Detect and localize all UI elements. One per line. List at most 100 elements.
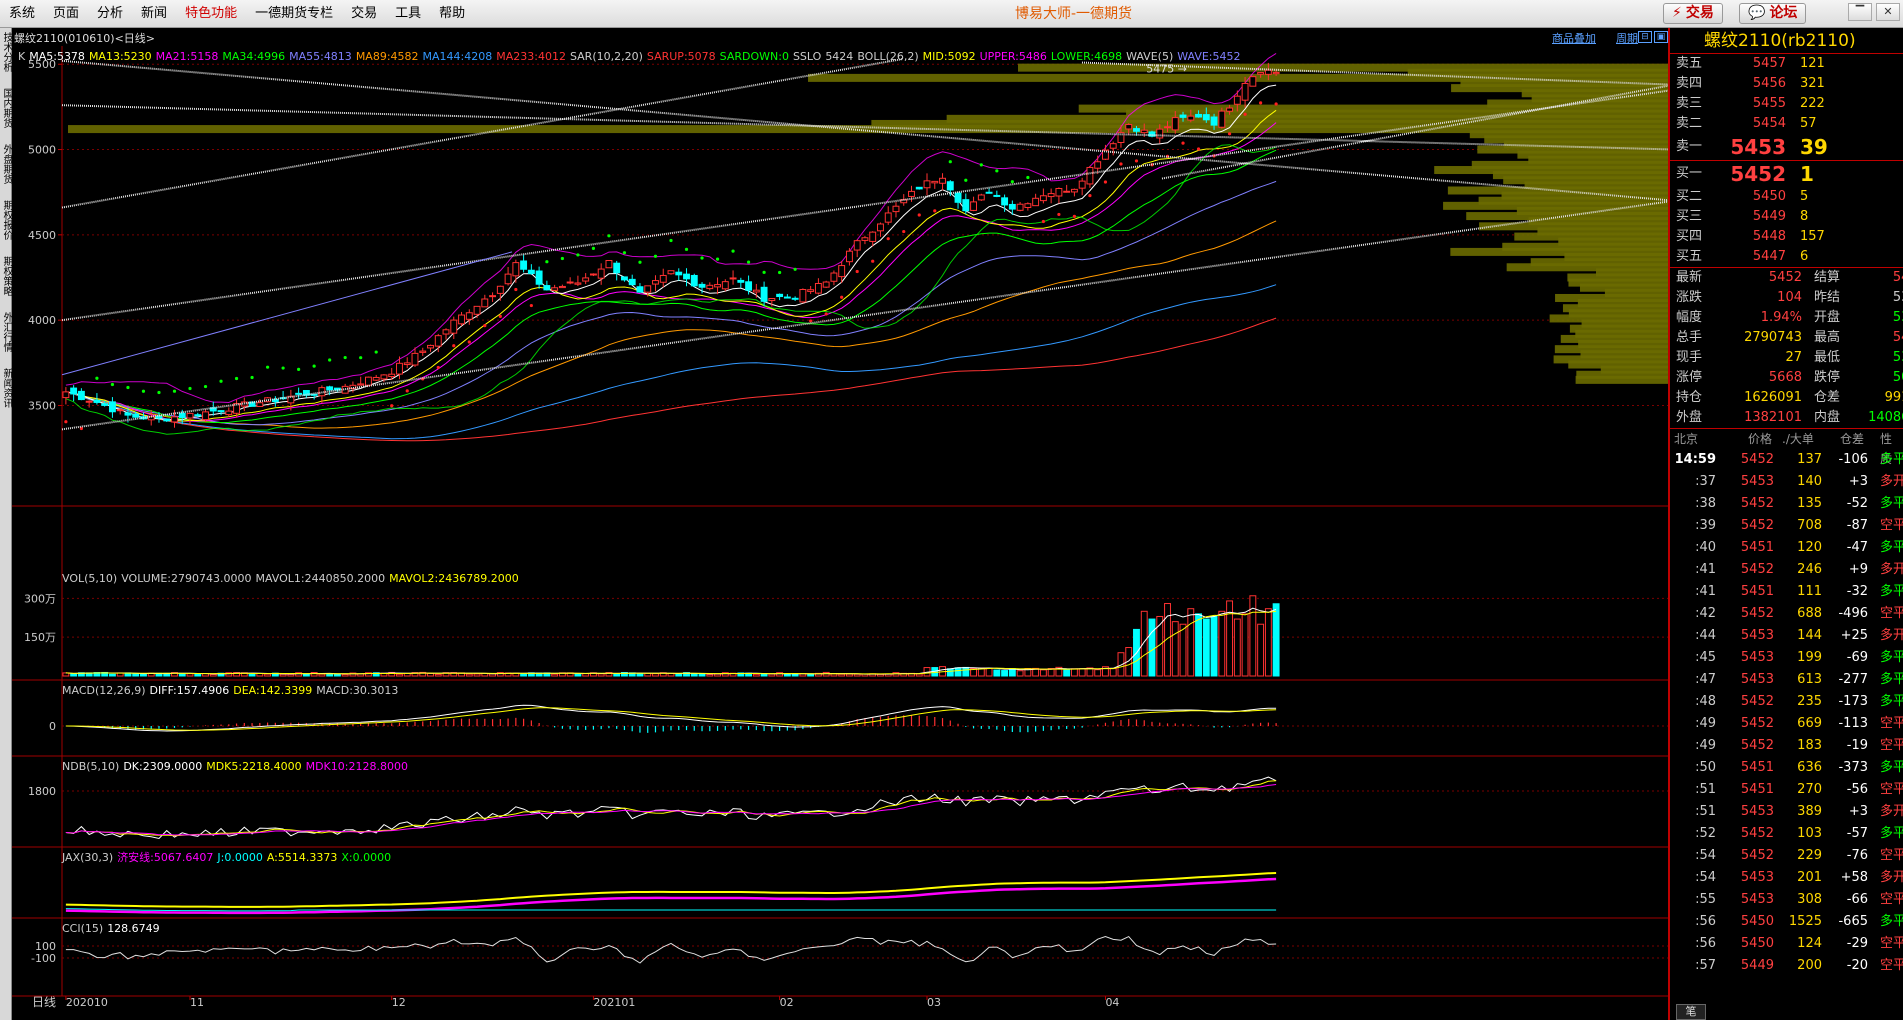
menu-item[interactable]: 分析: [88, 0, 132, 28]
orderbook-row[interactable]: 卖一 5453 39: [1670, 134, 1903, 160]
stat-label: 最高: [1814, 330, 1841, 345]
candle-up: [861, 237, 869, 241]
candle-up: [574, 282, 582, 285]
tick-nature: 多平: [1880, 672, 1903, 687]
sar-dot: [653, 254, 658, 258]
volume-bar: [1272, 603, 1280, 677]
ma-line-ma5: [65, 84, 1277, 421]
candle-up: [481, 298, 489, 308]
split-icon[interactable]: ⊟: [1638, 31, 1652, 43]
candle-up: [1140, 129, 1148, 134]
stat-label: 内盘: [1814, 410, 1841, 425]
candle-up: [892, 205, 900, 213]
tick-oi-change: +3: [1848, 804, 1868, 819]
tick-nature: 多开: [1880, 474, 1903, 489]
tick-oi-change: -32: [1846, 584, 1868, 599]
candle-up: [838, 265, 846, 278]
side-tab[interactable]: 技术分析: [0, 32, 12, 72]
ndb-mdk5-line: [65, 780, 1277, 837]
tick-time: :56: [1695, 936, 1716, 951]
sar-dot: [684, 247, 689, 251]
volume-bar: [838, 673, 846, 677]
level-label: 卖四: [1676, 76, 1703, 91]
sar-dot: [359, 356, 363, 360]
candle-up: [442, 329, 450, 335]
candle-down: [946, 181, 954, 191]
volume-bar: [1094, 669, 1102, 677]
volume-bar: [768, 673, 776, 677]
stat-label: 仓差: [1814, 390, 1841, 405]
orderbook-row[interactable]: 卖五 5457 121: [1670, 54, 1903, 74]
candle-up: [845, 250, 853, 263]
side-tab[interactable]: 国内期货: [0, 88, 12, 128]
candle-up: [264, 397, 272, 403]
indicator-label: K: [18, 50, 26, 63]
menu-item[interactable]: 交易: [342, 0, 386, 28]
side-tab[interactable]: 期权报价: [0, 200, 12, 240]
level-label: 买四: [1676, 229, 1703, 244]
orderbook-row[interactable]: 卖四 5456 321: [1670, 74, 1903, 94]
sar-dot: [529, 303, 533, 308]
tick-nature: 空平: [1880, 716, 1903, 731]
menu-item[interactable]: 页面: [44, 0, 88, 28]
candle-down: [279, 397, 287, 400]
tick-volume: 111: [1797, 584, 1822, 599]
trade-button[interactable]: ⚡ 交易: [1663, 3, 1723, 24]
tick-price: 5452: [1740, 694, 1774, 709]
candle-down: [155, 415, 163, 419]
menu-item[interactable]: 特色功能: [176, 0, 246, 28]
menu-item[interactable]: 系统: [0, 0, 44, 28]
orderbook-row[interactable]: 卖二 5454 57: [1670, 114, 1903, 134]
menu-item[interactable]: 工具: [386, 0, 430, 28]
y-tick-label: 4500: [28, 229, 56, 242]
sar-dot: [343, 355, 347, 360]
jax-j-line: [65, 908, 1277, 912]
level-volume: 222: [1800, 96, 1825, 111]
candle-up: [1094, 161, 1102, 169]
menu-item[interactable]: 一德期货专栏: [246, 0, 342, 28]
candle-down: [1195, 113, 1202, 118]
tick-head-diff: 仓差: [1840, 432, 1865, 446]
orderbook-row[interactable]: 买三 5449 8: [1670, 207, 1903, 227]
window-icon[interactable]: ▣: [1654, 31, 1668, 43]
chart-area[interactable]: 35004000450050005500K MA5:5378 MA13:5230 MA…: [12, 46, 1668, 1020]
level-label: 买二: [1676, 189, 1703, 204]
tick-oi-change: +3: [1848, 474, 1868, 489]
forum-button[interactable]: 💬 论坛: [1739, 3, 1807, 24]
minimize-button[interactable]: ▔: [1848, 3, 1872, 21]
side-tab[interactable]: 期权策略: [0, 256, 12, 296]
tick-price: 5452: [1740, 738, 1774, 753]
orderbook-row[interactable]: 买四 5448 157: [1670, 227, 1903, 247]
sar-dot: [1041, 219, 1045, 224]
orderbook-row[interactable]: 买五 5447 6: [1670, 247, 1903, 267]
y-tick-label: 300万: [24, 592, 56, 605]
menu-item[interactable]: 帮助: [430, 0, 474, 28]
close-button[interactable]: ✕: [1876, 3, 1900, 21]
menu-item[interactable]: 新闻: [132, 0, 176, 28]
candle-up: [1109, 143, 1117, 149]
candle-up: [287, 395, 295, 404]
orderbook-row[interactable]: 卖三 5455 222: [1670, 94, 1903, 114]
side-tab[interactable]: 新闻资讯: [0, 368, 12, 408]
candle-up: [931, 180, 939, 184]
period-link[interactable]: 周期: [1616, 30, 1638, 46]
overlay-link[interactable]: 商品叠加: [1552, 30, 1596, 46]
candle-up: [551, 287, 559, 291]
candle-up: [116, 409, 124, 412]
candle-up: [721, 281, 729, 290]
tick-nature: 空平: [1880, 892, 1903, 907]
sar-dot: [265, 365, 270, 369]
indicator-label: SARDOWN:0: [720, 50, 789, 63]
volume-bar: [830, 673, 838, 677]
level-volume: 57: [1800, 116, 1817, 131]
tick-price: 5453: [1740, 804, 1774, 819]
orderbook-row[interactable]: 买二 5450 5: [1670, 187, 1903, 207]
tick-tab[interactable]: 笔: [1676, 1004, 1706, 1020]
side-tab[interactable]: 外盘期货: [0, 144, 12, 184]
indicator-label: X:0.0000: [341, 851, 391, 864]
sar-dot: [1072, 214, 1077, 218]
stat-value: 5668: [1768, 370, 1802, 385]
orderbook-row[interactable]: 买一 5452 1: [1670, 161, 1903, 187]
indicator-label: JAX(30,3): [61, 851, 113, 864]
side-tab[interactable]: 外汇行情: [0, 312, 12, 352]
